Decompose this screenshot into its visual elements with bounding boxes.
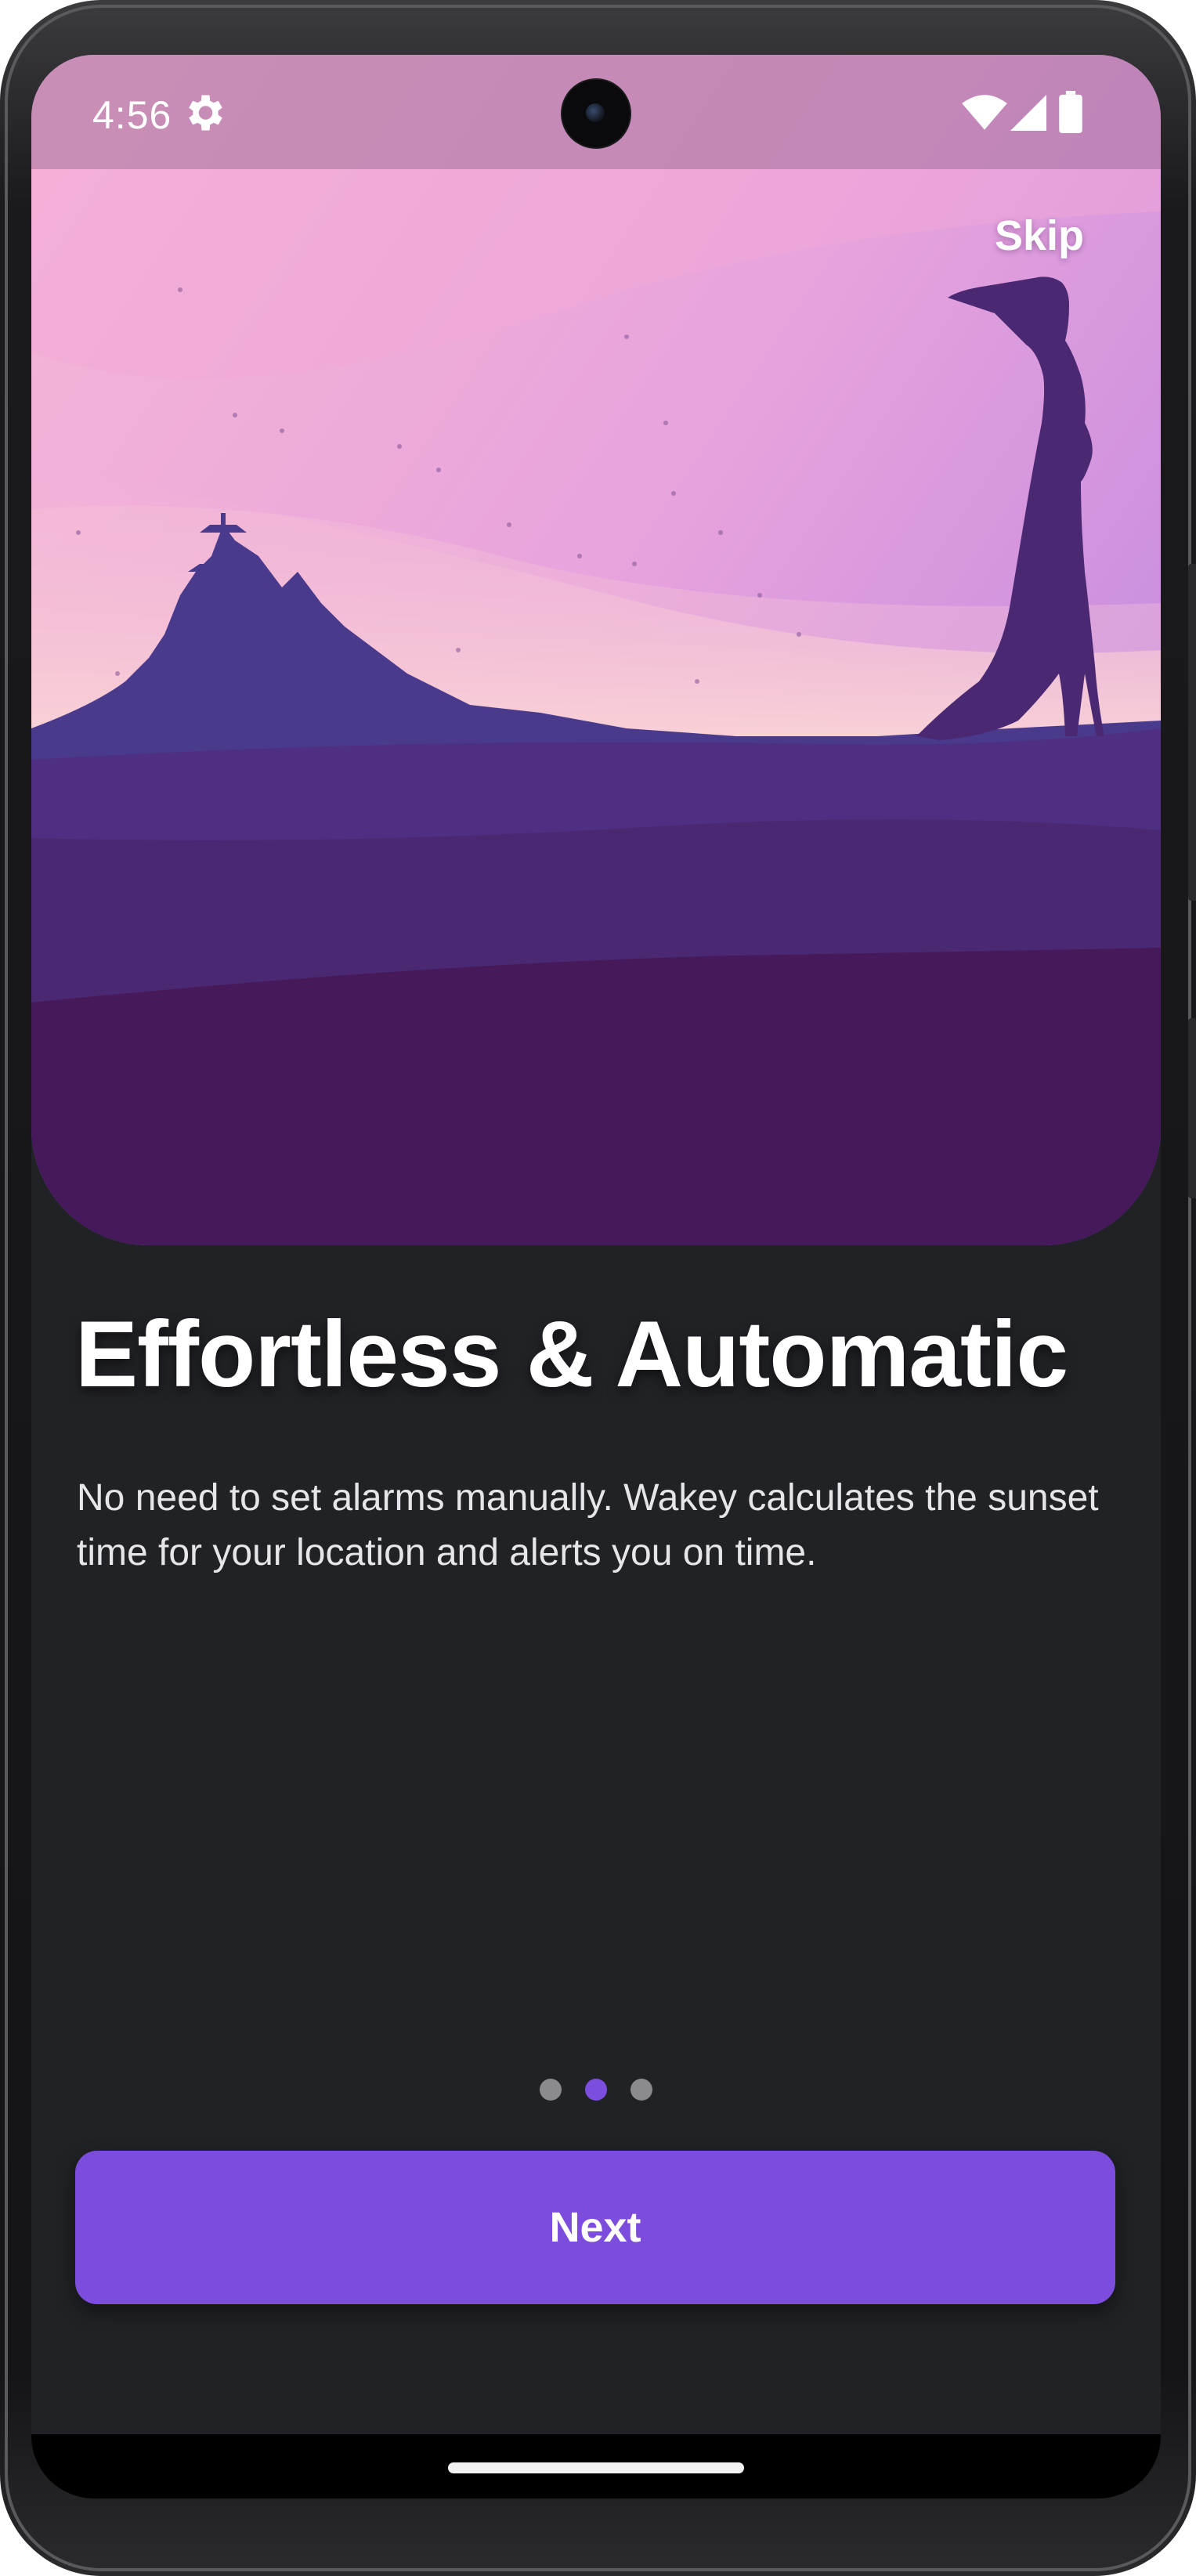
- phone-frame: 4:56 Skip Effortless & Automatic No need…: [0, 0, 1196, 2576]
- onboarding-title: Effortless & Automatic: [75, 1302, 1068, 1407]
- battery-icon: [1059, 91, 1082, 133]
- camera-cutout: [562, 80, 630, 147]
- next-button[interactable]: Next: [75, 2151, 1115, 2304]
- wifi-icon: [962, 95, 1007, 130]
- skip-button[interactable]: Skip: [987, 204, 1092, 268]
- screen: 4:56 Skip Effortless & Automatic No need…: [31, 55, 1161, 2498]
- gear-icon: [189, 95, 222, 131]
- power-button: [1188, 564, 1196, 901]
- status-time: 4:56: [92, 93, 172, 137]
- signal-icon: [1010, 95, 1046, 131]
- page-dot-2-active[interactable]: [585, 2079, 607, 2101]
- page-dot-1[interactable]: [540, 2079, 562, 2101]
- onboarding-description: No need to set alarms manually. Wakey ca…: [77, 1477, 1099, 1573]
- page-dot-3[interactable]: [631, 2079, 652, 2101]
- navigation-bar: [31, 2434, 1161, 2498]
- page-indicator: [31, 2074, 1161, 2105]
- home-indicator[interactable]: [448, 2462, 744, 2473]
- status-bar: 4:56: [31, 55, 1161, 169]
- volume-button: [1188, 1018, 1196, 1198]
